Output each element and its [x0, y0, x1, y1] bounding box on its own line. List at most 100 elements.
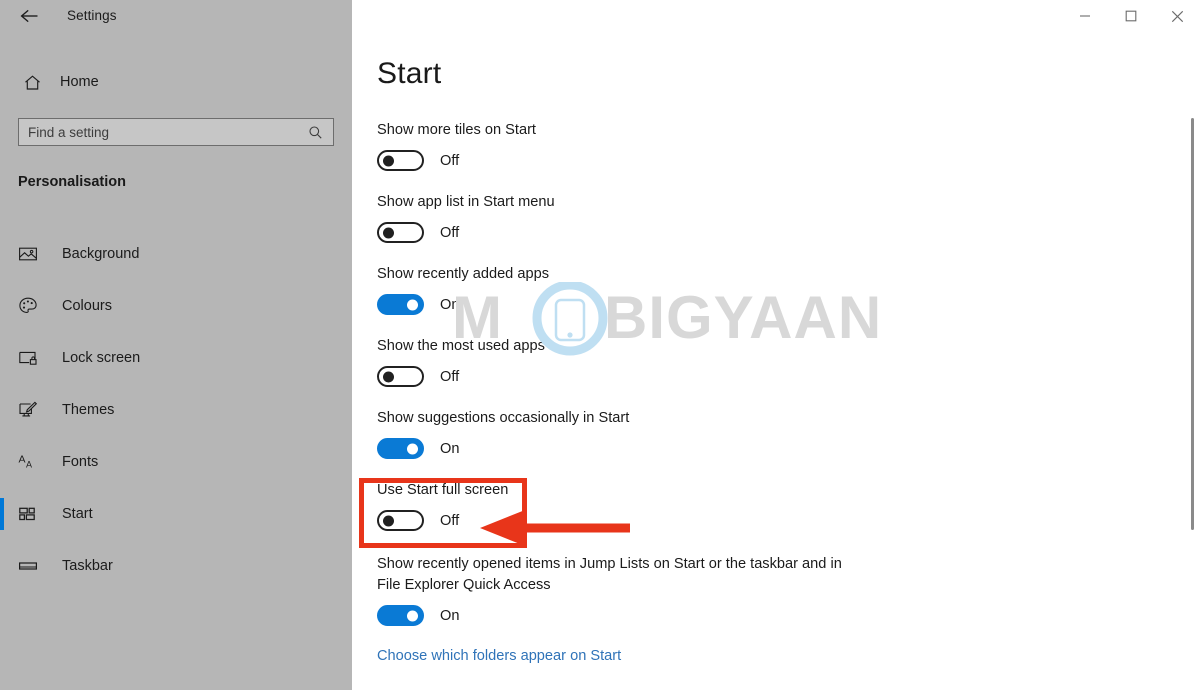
- setting-label: Show the most used apps: [377, 338, 545, 354]
- toggle-state-label: On: [440, 296, 460, 313]
- sidebar-item-label: Background: [62, 246, 140, 262]
- setting-row: On: [377, 605, 1177, 626]
- page-title: Start: [377, 57, 442, 90]
- sidebar-item-themes[interactable]: Themes: [0, 384, 352, 436]
- toggle-knob: [383, 227, 394, 238]
- sidebar-selection-indicator: [0, 446, 4, 478]
- sidebar-item-label: Colours: [62, 298, 112, 314]
- back-arrow-icon: [20, 8, 40, 24]
- toggle-knob: [407, 610, 418, 621]
- setting-use-start-full-screen: Use Start full screen Off: [377, 480, 1177, 531]
- search-box[interactable]: [18, 118, 334, 146]
- toggle-show-most-used[interactable]: [377, 366, 424, 387]
- setting-label: Show recently opened items in Jump Lists…: [377, 556, 842, 593]
- setting-row: Off: [377, 366, 1177, 387]
- window-controls: [1062, 0, 1200, 32]
- toggle-knob: [407, 443, 418, 454]
- sidebar-selection-indicator: [0, 498, 4, 530]
- sidebar-item-label: Taskbar: [62, 558, 113, 574]
- toggle-state-label: Off: [440, 152, 460, 169]
- setting-show-recently-added: Show recently added apps On: [377, 264, 1177, 315]
- setting-show-more-tiles: Show more tiles on Start Off: [377, 120, 1177, 171]
- toggle-show-suggestions[interactable]: [377, 438, 424, 459]
- window-title: Settings: [67, 8, 117, 23]
- themes-icon: [18, 400, 48, 420]
- back-button[interactable]: [10, 2, 50, 30]
- setting-show-jump-lists: Show recently opened items in Jump Lists…: [377, 554, 1177, 626]
- setting-row: Off: [377, 222, 1177, 243]
- main-content: M BIGYAAN Start Show more tiles on Start…: [352, 0, 1200, 690]
- sidebar-selection-indicator: [0, 342, 4, 374]
- maximize-icon: [1125, 10, 1137, 22]
- title-bar: Settings: [0, 0, 1200, 32]
- toggle-show-more-tiles[interactable]: [377, 150, 424, 171]
- search-icon[interactable]: [308, 125, 323, 140]
- toggle-state-label: Off: [440, 368, 460, 385]
- sidebar-nav: Background Colours Lock screen Themes A …: [0, 228, 352, 592]
- close-icon: [1171, 10, 1184, 23]
- vertical-scrollbar[interactable]: [1186, 32, 1200, 690]
- sidebar-item-label: Lock screen: [62, 350, 141, 366]
- title-bar-left-region: [0, 0, 352, 32]
- sidebar-selection-indicator: [0, 290, 4, 322]
- sidebar-selection-indicator: [0, 394, 4, 426]
- sidebar-selection-indicator: [0, 238, 4, 270]
- settings-window: Home Personalisation: [0, 0, 1200, 690]
- svg-text:A: A: [19, 454, 26, 466]
- minimize-button[interactable]: [1062, 0, 1108, 32]
- toggle-state-label: Off: [440, 224, 460, 241]
- toggle-knob: [383, 371, 394, 382]
- start-tiles-icon: [18, 504, 48, 524]
- close-button[interactable]: [1154, 0, 1200, 32]
- sidebar-item-colours[interactable]: Colours: [0, 280, 352, 332]
- settings-list: Show more tiles on Start Off Show app li…: [377, 120, 1177, 665]
- setting-row: On: [377, 438, 1177, 459]
- toggle-knob: [383, 155, 394, 166]
- toggle-show-jump-lists[interactable]: [377, 605, 424, 626]
- scrollbar-thumb[interactable]: [1191, 118, 1194, 530]
- toggle-knob: [383, 515, 394, 526]
- lock-screen-icon: [18, 348, 48, 368]
- setting-show-suggestions: Show suggestions occasionally in Start O…: [377, 408, 1177, 459]
- sidebar-item-home[interactable]: Home: [0, 66, 352, 98]
- setting-row: Off: [377, 150, 1177, 171]
- sidebar-item-lock-screen[interactable]: Lock screen: [0, 332, 352, 384]
- minimize-icon: [1079, 10, 1091, 22]
- toggle-state-label: On: [440, 607, 460, 624]
- setting-show-app-list: Show app list in Start menu Off: [377, 192, 1177, 243]
- sidebar-item-taskbar[interactable]: Taskbar: [0, 540, 352, 592]
- toggle-knob: [407, 299, 418, 310]
- taskbar-icon: [18, 556, 48, 576]
- setting-label: Use Start full screen: [377, 482, 509, 498]
- sidebar: Home Personalisation: [0, 0, 352, 690]
- svg-text:A: A: [26, 460, 32, 470]
- toggle-show-recently-added[interactable]: [377, 294, 424, 315]
- sidebar-item-start[interactable]: Start: [0, 488, 352, 540]
- toggle-show-app-list[interactable]: [377, 222, 424, 243]
- picture-icon: [18, 244, 48, 264]
- setting-label: Show recently added apps: [377, 266, 549, 282]
- setting-label: Show more tiles on Start: [377, 122, 536, 138]
- sidebar-item-background[interactable]: Background: [0, 228, 352, 280]
- fonts-icon: A A: [18, 452, 48, 472]
- search-input[interactable]: [28, 124, 293, 140]
- sidebar-section-heading: Personalisation: [18, 174, 126, 190]
- setting-label: Show app list in Start menu: [377, 194, 555, 210]
- setting-row: Off: [377, 510, 1177, 531]
- sidebar-home-label: Home: [60, 74, 99, 90]
- setting-row: On: [377, 294, 1177, 315]
- setting-label: Show suggestions occasionally in Start: [377, 410, 630, 426]
- sidebar-item-label: Fonts: [62, 454, 99, 470]
- toggle-use-start-full-screen[interactable]: [377, 510, 424, 531]
- sidebar-item-fonts[interactable]: A A Fonts: [0, 436, 352, 488]
- maximize-button[interactable]: [1108, 0, 1154, 32]
- sidebar-item-label: Themes: [62, 402, 115, 418]
- choose-folders-link[interactable]: Choose which folders appear on Start: [377, 648, 621, 664]
- sidebar-selection-indicator: [0, 550, 4, 582]
- toggle-state-label: On: [440, 440, 460, 457]
- sidebar-item-label: Start: [62, 506, 93, 522]
- toggle-state-label: Off: [440, 512, 460, 529]
- palette-icon: [18, 296, 48, 316]
- setting-show-most-used: Show the most used apps Off: [377, 336, 1177, 387]
- home-icon: [12, 73, 52, 92]
